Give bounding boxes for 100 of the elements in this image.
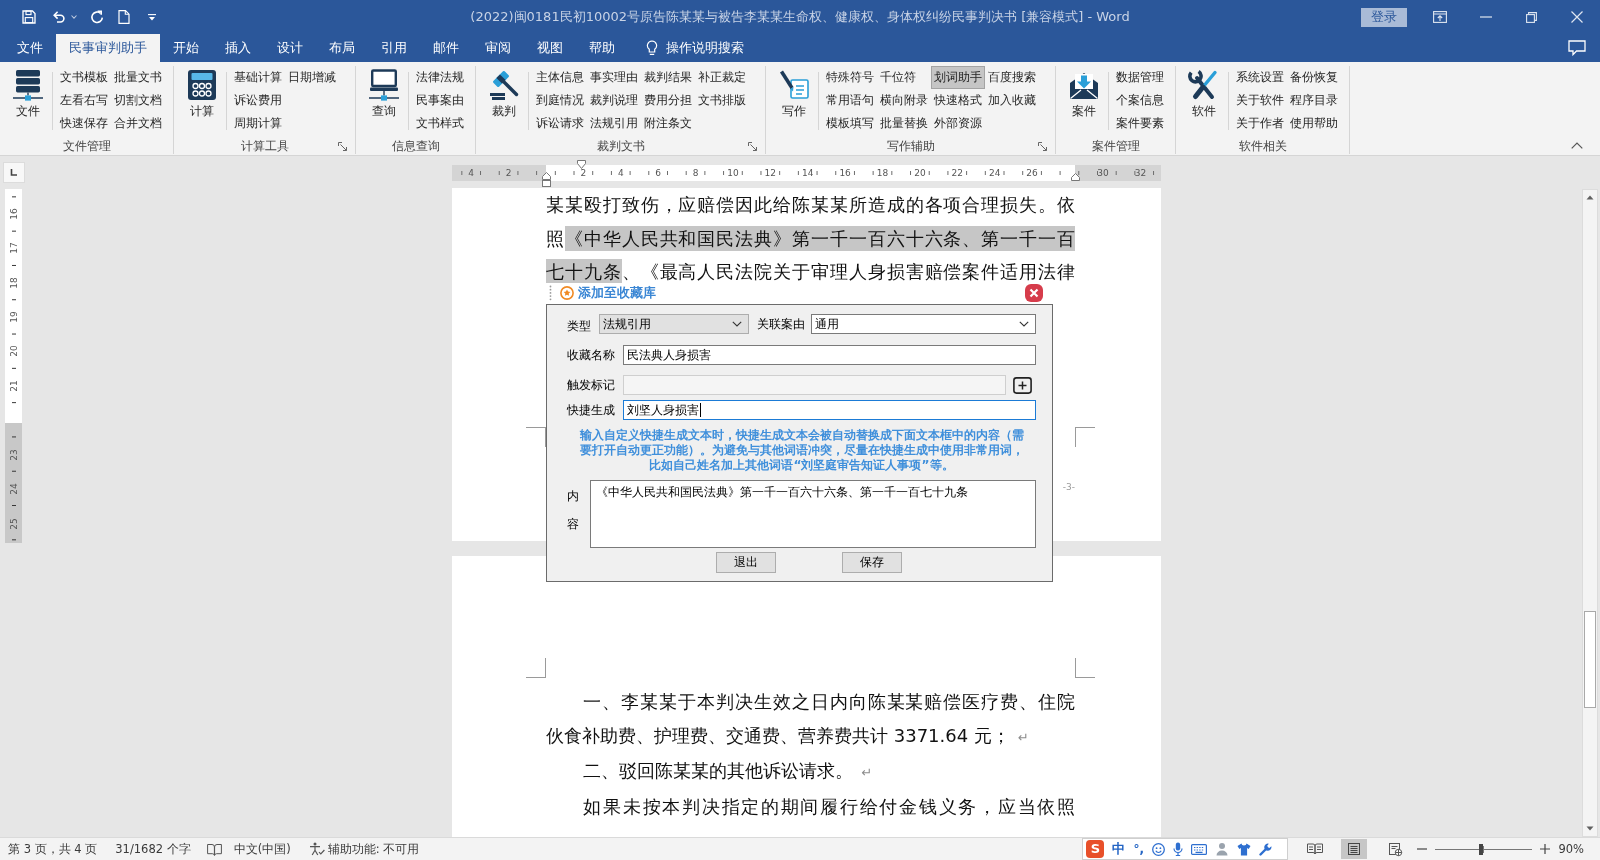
zoom-level[interactable]: 90% — [1558, 842, 1584, 856]
ribbon-button[interactable]: 事实理由 — [587, 66, 641, 89]
keyboard-icon[interactable] — [1191, 843, 1207, 855]
ribbon-button[interactable]: 法律法规 — [413, 66, 467, 89]
ribbon-button[interactable]: 百度搜索 — [985, 66, 1039, 89]
ribbon-tab[interactable]: 视图 — [524, 34, 576, 62]
ribbon-tab[interactable]: 布局 — [316, 34, 368, 62]
ribbon-button[interactable]: 附注条文 — [641, 112, 695, 135]
collapse-ribbon-icon[interactable] — [1571, 142, 1583, 149]
ribbon-large-button[interactable]: 计算 — [182, 69, 222, 119]
ribbon-tab[interactable]: 设计 — [264, 34, 316, 62]
person-icon[interactable] — [1215, 842, 1229, 856]
ribbon-button[interactable]: 常用语句 — [823, 89, 877, 112]
ribbon-button[interactable]: 民事案由 — [413, 89, 467, 112]
close-icon[interactable] — [1025, 284, 1043, 302]
ribbon-display-options-icon[interactable] — [1433, 11, 1447, 23]
ribbon-button[interactable]: 加入收藏 — [985, 89, 1039, 112]
ribbon-button[interactable]: 使用帮助 — [1287, 112, 1341, 135]
ribbon-button[interactable]: 裁判结果 — [641, 66, 695, 89]
undo-icon[interactable] — [51, 10, 65, 24]
ribbon-tab[interactable]: 帮助 — [576, 34, 628, 62]
ribbon-button[interactable]: 文书排版 — [695, 89, 749, 112]
input-mode-indicator[interactable]: 中 — [1112, 840, 1126, 858]
shirt-icon[interactable] — [1237, 842, 1251, 856]
ribbon-button[interactable]: 左看右写 — [57, 89, 111, 112]
ribbon-tab[interactable]: 引用 — [368, 34, 420, 62]
login-button[interactable]: 登录 — [1361, 7, 1407, 27]
comment-icon[interactable] — [1568, 40, 1586, 56]
ribbon-button[interactable]: 系统设置 — [1233, 66, 1287, 89]
ribbon-tab[interactable]: 插入 — [212, 34, 264, 62]
ribbon-tab[interactable]: 文件 — [4, 34, 56, 62]
ribbon-button[interactable]: 模板填写 — [823, 112, 877, 135]
ribbon-button[interactable]: 批量替换 — [877, 112, 931, 135]
ribbon-button[interactable]: 切割文档 — [111, 89, 165, 112]
dropdown[interactable]: 通用 — [811, 314, 1036, 334]
repeat-icon[interactable] — [90, 10, 104, 24]
ribbon-button[interactable]: 快速保存 — [57, 112, 111, 135]
ribbon-button[interactable]: 特殊符号 — [823, 66, 877, 89]
ribbon-button[interactable]: 数据管理 — [1113, 66, 1167, 89]
customize-toolbar-icon[interactable] — [148, 13, 156, 21]
accessibility-icon[interactable] — [308, 842, 325, 856]
save-icon[interactable] — [22, 10, 36, 24]
ribbon-button[interactable]: 关于作者 — [1233, 112, 1287, 135]
word-count[interactable]: 31/1682 个字 — [115, 841, 191, 857]
ribbon-button[interactable]: 个案信息 — [1113, 89, 1167, 112]
scrollbar-thumb[interactable] — [1584, 611, 1596, 708]
ribbon-button[interactable]: 划词助手 — [931, 66, 985, 89]
close-icon[interactable] — [1571, 11, 1583, 23]
ribbon-button[interactable]: 基础计算 — [231, 66, 285, 89]
ribbon-button[interactable]: 批量文书 — [111, 66, 165, 89]
ribbon-button[interactable]: 程序目录 — [1287, 89, 1341, 112]
ribbon-button[interactable]: 文书模板 — [57, 66, 111, 89]
first-line-indent-marker-icon[interactable] — [576, 160, 586, 169]
proofing-book-icon[interactable] — [206, 842, 222, 856]
ime-logo[interactable]: S — [1086, 840, 1105, 858]
ribbon-button[interactable]: 外部资源 — [931, 112, 985, 135]
restore-icon[interactable] — [1526, 11, 1537, 23]
wrench-icon[interactable] — [1259, 842, 1272, 856]
language-indicator[interactable]: 中文(中国) — [233, 841, 291, 857]
ribbon-button[interactable]: 诉讼费用 — [231, 89, 285, 112]
print-layout-icon[interactable] — [1341, 839, 1368, 859]
right-indent-marker-icon[interactable] — [1070, 173, 1080, 181]
plus-icon[interactable] — [1540, 844, 1551, 854]
dialog-launcher-icon[interactable] — [748, 142, 757, 151]
zoom-slider-thumb[interactable] — [1479, 843, 1483, 855]
new-document-icon[interactable] — [118, 10, 130, 24]
ribbon-tab[interactable]: 民事审判助手 — [56, 34, 160, 62]
caret-icon[interactable] — [71, 15, 77, 19]
ribbon-button[interactable]: 快速格式 — [931, 89, 985, 112]
ribbon-large-button[interactable]: 软件 — [1184, 69, 1224, 119]
text-field[interactable]: 刘坚人身损害 — [623, 400, 1036, 420]
ribbon-button[interactable]: 合并文档 — [111, 112, 165, 135]
ribbon-button[interactable]: 裁判说理 — [587, 89, 641, 112]
dropdown[interactable]: 法规引用 — [599, 314, 749, 334]
ribbon-button[interactable]: 法规引用 — [587, 112, 641, 135]
ribbon-button[interactable]: 补正裁定 — [695, 66, 749, 89]
ribbon-button[interactable]: 主体信息 — [533, 66, 587, 89]
punctuation-mode-indicator[interactable]: °, — [1133, 842, 1144, 856]
lightbulb-icon[interactable] — [646, 40, 658, 56]
left-indent-marker-icon[interactable] — [541, 172, 551, 187]
microphone-icon[interactable] — [1173, 842, 1183, 856]
ribbon-large-button[interactable]: 文件 — [8, 69, 48, 119]
ribbon-button[interactable]: 诉讼请求 — [533, 112, 587, 135]
minus-icon[interactable] — [1417, 848, 1428, 850]
page-count[interactable]: 第 3 页，共 4 页 — [8, 841, 98, 857]
dialog-launcher-icon[interactable] — [338, 142, 347, 151]
ribbon-button[interactable]: 关于软件 — [1233, 89, 1287, 112]
ribbon-button[interactable]: 横向附录 — [877, 89, 931, 112]
ribbon-button[interactable]: 文书样式 — [413, 112, 467, 135]
ribbon-button[interactable]: 案件要素 — [1113, 112, 1167, 135]
content-text-area[interactable]: 《中华人民共和国民法典》第一千一百六十六条、第一千一百七十九条 — [590, 480, 1036, 548]
ribbon-large-button[interactable]: 写作 — [774, 69, 814, 119]
ribbon-button[interactable]: 备份恢复 — [1287, 66, 1341, 89]
accessibility-status[interactable]: 辅助功能: 不可用 — [327, 841, 420, 857]
ribbon-large-button[interactable]: 裁判 — [484, 69, 524, 119]
ribbon-tab[interactable]: 邮件 — [420, 34, 472, 62]
ribbon-large-button[interactable]: 案件 — [1064, 69, 1104, 119]
text-field[interactable]: 民法典人身损害 — [623, 345, 1036, 365]
ribbon-button[interactable]: 到庭情况 — [533, 89, 587, 112]
ribbon-tab[interactable]: 开始 — [160, 34, 212, 62]
